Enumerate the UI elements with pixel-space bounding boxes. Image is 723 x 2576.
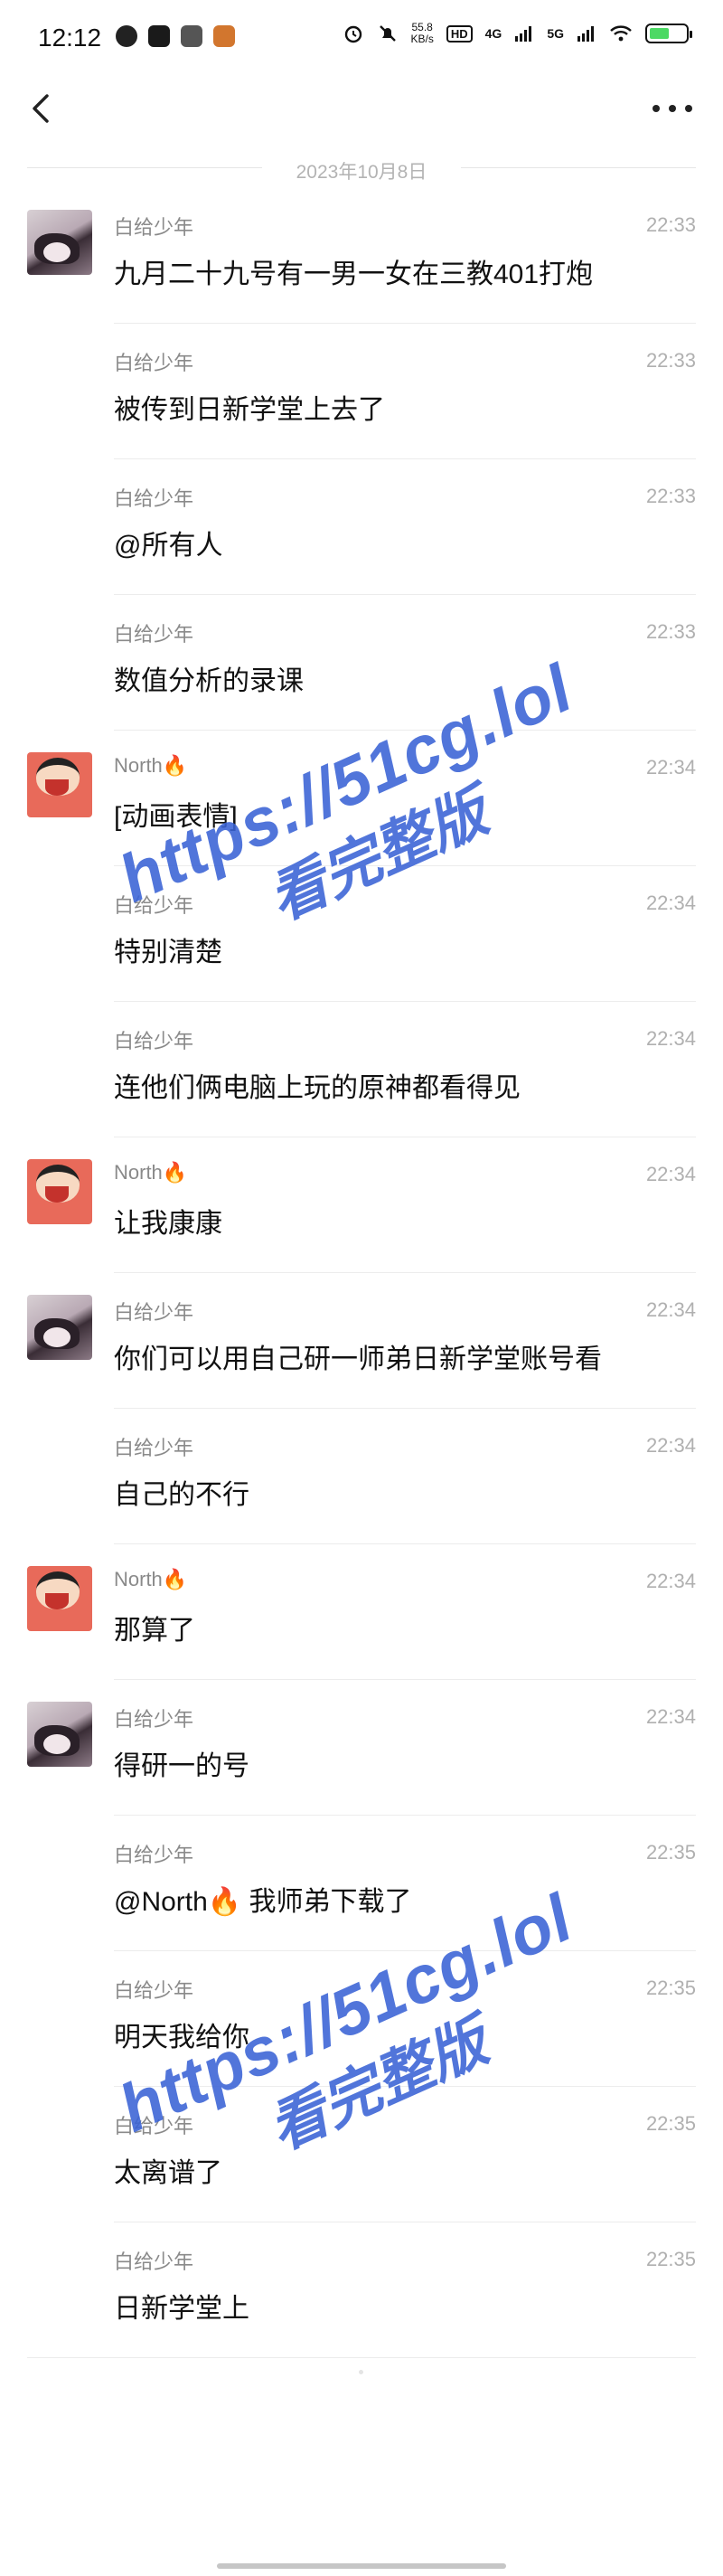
message-item[interactable]: 白给少年 22:34 连他们俩电脑上玩的原神都看得见	[0, 1002, 723, 1137]
message-time: 22:34	[645, 1027, 696, 1050]
nav-bar	[0, 80, 723, 137]
message-item[interactable]: 白给少年 22:33 @所有人	[0, 459, 723, 595]
message-text[interactable]: 得研一的号	[114, 1743, 249, 1783]
sender-name: North🔥	[114, 754, 188, 777]
sender-name: 白给少年	[114, 623, 194, 646]
message-text[interactable]: 被传到日新学堂上去了	[114, 387, 385, 427]
message-item[interactable]: 白给少年 22:35 @North🔥 我师弟下载了	[0, 1816, 723, 1951]
message-time: 22:35	[645, 1977, 696, 1999]
sender-name: 白给少年	[114, 352, 194, 374]
message-time: 22:33	[645, 620, 696, 643]
net-speed: 55.8 KB/s	[410, 21, 434, 45]
more-dot-icon	[685, 105, 692, 112]
clock: 12:12	[38, 24, 102, 52]
gallery-icon	[181, 25, 202, 47]
message-text[interactable]: 那算了	[114, 1608, 195, 1647]
message-time: 22:34	[645, 1298, 696, 1321]
sim2-signal: 5G	[547, 26, 564, 41]
message-item[interactable]: 白给少年 22:33 被传到日新学堂上去了	[0, 324, 723, 459]
sender-name: 白给少年	[114, 1979, 194, 2002]
message-text[interactable]: @所有人	[114, 523, 222, 562]
date-divider: 2023年10月8日	[27, 154, 696, 183]
more-dot-icon	[669, 105, 676, 112]
battery-icon	[645, 24, 692, 43]
sender-name: 白给少年	[114, 1844, 194, 1866]
home-indicator[interactable]	[217, 2563, 506, 2569]
message-item[interactable]: 白给少年 22:33 数值分析的录课	[0, 595, 723, 731]
message-time: 22:34	[645, 1434, 696, 1457]
sender-name: 白给少年	[114, 1437, 194, 1459]
battery-level	[650, 28, 669, 39]
sender-name: 白给少年	[114, 1708, 194, 1731]
sim1-signal: 4G	[484, 26, 502, 41]
message-text[interactable]: 连他们俩电脑上玩的原神都看得见	[114, 1065, 521, 1105]
message-item[interactable]: 白给少年 22:34 得研一的号	[0, 1680, 723, 1816]
message-text[interactable]: @North🔥 我师弟下载了	[114, 1879, 412, 1919]
message-time: 22:35	[645, 2112, 696, 2135]
message-text[interactable]: 你们可以用自己研一师弟日新学堂账号看	[114, 1336, 602, 1376]
message-time: 22:34	[645, 1570, 696, 1592]
avatar[interactable]	[27, 1295, 92, 1360]
avatar[interactable]	[27, 210, 92, 275]
message-item[interactable]: 白给少年 22:34 自己的不行	[0, 1409, 723, 1544]
signal-bars-icon	[515, 26, 532, 42]
chevron-left-icon	[33, 94, 49, 123]
message-text[interactable]: 九月二十九号有一男一女在三教401打炮	[114, 251, 593, 291]
list-end-dot	[359, 2370, 363, 2374]
message-time: 22:34	[645, 892, 696, 914]
message-time: 22:33	[645, 213, 696, 236]
app-notification-icon	[116, 25, 137, 47]
message-time: 22:35	[645, 1841, 696, 1864]
sender-name: North🔥	[114, 1161, 188, 1184]
system-indicators: 55.8 KB/s HD 4G 5G	[343, 21, 692, 45]
sender-name: North🔥	[114, 1568, 188, 1590]
sender-name: 白给少年	[114, 2250, 194, 2273]
message-item[interactable]: North🔥 22:34 那算了	[0, 1544, 723, 1680]
divider	[27, 2357, 696, 2358]
message-time: 22:34	[645, 1163, 696, 1185]
game-icon	[213, 25, 235, 47]
mute-icon	[379, 25, 396, 42]
message-item[interactable]: 白给少年 22:34 你们可以用自己研一师弟日新学堂账号看	[0, 1273, 723, 1409]
sender-name: 白给少年	[114, 216, 194, 239]
more-dot-icon	[653, 105, 660, 112]
avatar[interactable]	[27, 1159, 92, 1224]
sender-name: 白给少年	[114, 1030, 194, 1052]
message-text[interactable]: 数值分析的录课	[114, 658, 304, 698]
message-time: 22:33	[645, 349, 696, 372]
avatar[interactable]	[27, 1702, 92, 1767]
message-item[interactable]: 白给少年 22:33 九月二十九号有一男一女在三教401打炮	[0, 188, 723, 324]
message-text[interactable]: 自己的不行	[114, 1472, 249, 1512]
notification-icons	[116, 25, 235, 47]
message-time: 22:35	[645, 2248, 696, 2270]
message-time: 22:34	[645, 1705, 696, 1728]
hd-badge: HD	[446, 24, 473, 42]
more-options-button[interactable]	[653, 92, 692, 125]
sender-name: 白给少年	[114, 1301, 194, 1324]
message-item[interactable]: North🔥 22:34 让我康康	[0, 1137, 723, 1273]
signal-bars-icon	[577, 26, 594, 42]
avatar[interactable]	[27, 1566, 92, 1631]
date-label: 2023年10月8日	[296, 162, 427, 183]
message-text[interactable]: 让我康康	[114, 1201, 222, 1241]
sender-name: 白给少年	[114, 487, 194, 510]
message-text[interactable]: 日新学堂上	[114, 2286, 249, 2326]
tiktok-icon	[148, 25, 170, 47]
avatar[interactable]	[27, 752, 92, 817]
wifi-icon	[610, 25, 632, 42]
message-time: 22:34	[645, 756, 696, 778]
message-time: 22:33	[645, 485, 696, 507]
alarm-icon	[344, 25, 362, 43]
message-item[interactable]: 白给少年 22:35 日新学堂上	[0, 2222, 723, 2358]
status-bar: 12:12 55.8 KB/s HD 4G 5G	[0, 0, 723, 80]
back-button[interactable]	[23, 87, 60, 130]
